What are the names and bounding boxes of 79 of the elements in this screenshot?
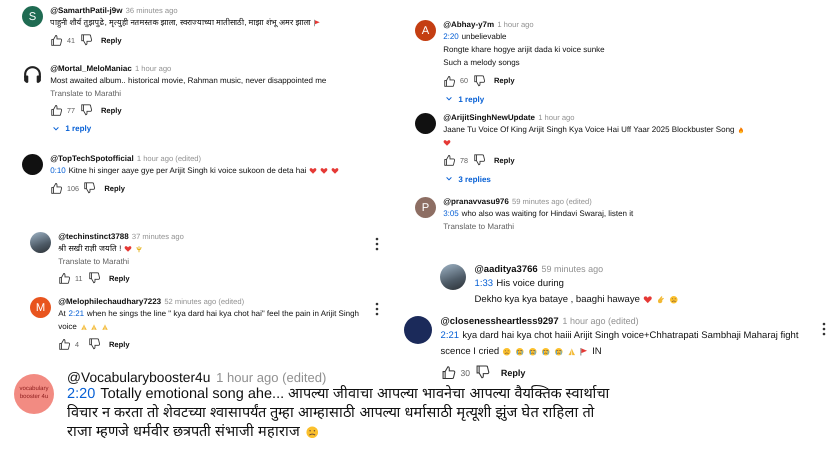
timestamp-link[interactable]: 2:21 xyxy=(68,308,84,320)
comment-text: who also was waiting for Hindavi Swaraj, listen it xyxy=(462,208,634,220)
comment-text: विचार न करता तो शेवटच्या श्वासापर्यंत तुम्हा आम्हासाठी आपल्या धर्मासाठी मृत्यूशी झुंज घेत राहिला तो xyxy=(67,403,594,423)
username[interactable]: @techinstinct3788 xyxy=(58,232,129,241)
timestamp-link[interactable]: 2:20 xyxy=(443,32,459,42)
username[interactable]: @pranavvasu976 xyxy=(443,197,509,206)
translate-link[interactable]: Translate to Marathi xyxy=(58,256,184,266)
thumbs-up-icon[interactable] xyxy=(58,338,71,352)
username[interactable]: @Vocabularybooster4u xyxy=(67,370,210,385)
thumbs-up-icon[interactable] xyxy=(50,182,63,195)
comment-text: IN xyxy=(592,346,602,358)
comment-text: unbelievable xyxy=(462,32,506,42)
thumbs-down-icon[interactable] xyxy=(472,154,486,168)
comment-text: Jaane Tu Voice Of King Arijit Singh Kya Voice Hai Uff Yaar 2025 Blockbuster Song xyxy=(443,124,734,136)
headphones-icon xyxy=(22,64,43,85)
thumbs-down-icon[interactable] xyxy=(475,365,491,381)
translate-link[interactable]: Translate to Marathi xyxy=(443,222,634,231)
comment-text: voice xyxy=(58,322,77,332)
thumbs-down-icon[interactable] xyxy=(82,182,96,195)
thumbs-down-icon[interactable] xyxy=(472,74,486,88)
translate-link[interactable]: Translate to Marathi xyxy=(50,88,326,98)
thumbs-down-icon[interactable] xyxy=(80,34,92,47)
comment-text: Rongte khare hogye arijit dada ki voice sunke xyxy=(443,44,605,56)
reply-button[interactable]: Reply xyxy=(495,368,531,378)
thumbs-up-icon[interactable] xyxy=(443,74,456,88)
comment-text: kya dard hai kya chot haiii Arijit Singh voice+Chhatrapati Sambhaji Maharaj fight xyxy=(462,330,798,343)
comment-text: श्री सखी राज्ञी जयति ! xyxy=(58,244,122,254)
thumbs-down-icon[interactable] xyxy=(88,338,100,352)
comment-time: 1 hour ago (edited) xyxy=(562,316,639,326)
username[interactable]: @aaditya3766 xyxy=(474,264,538,275)
username[interactable]: @Mortal_MeloManiac xyxy=(50,64,132,73)
chevron-down-icon xyxy=(52,124,60,133)
timestamp-link[interactable]: 2:21 xyxy=(440,330,460,343)
thumbs-up-icon[interactable] xyxy=(443,154,456,168)
more-options-icon[interactable] xyxy=(375,302,379,316)
username[interactable]: @ArijitSinghNewUpdate xyxy=(443,113,535,122)
comment-text: At xyxy=(58,308,66,320)
avatar xyxy=(404,316,432,344)
replies-toggle[interactable]: 3 replies xyxy=(443,172,492,186)
comment-time: 1 hour ago (edited) xyxy=(216,370,326,385)
comment-text: Totally emotional song ahe... आपल्या जीवाचा आपल्या भावनेचा आपल्या वैयक्तिक स्वार्थाचा xyxy=(100,385,610,404)
thumbs-down-icon[interactable] xyxy=(80,104,92,117)
timestamp-link[interactable]: 3:05 xyxy=(443,208,459,220)
username[interactable]: @Melophilechaudhary7223 xyxy=(58,297,162,306)
thumbs-up-icon[interactable] xyxy=(58,272,71,285)
comment-text: राजा म्हणजे धर्मवीर छत्रपती संभाजी महाराज xyxy=(67,422,300,442)
timestamp-link[interactable]: 0:10 xyxy=(50,166,66,176)
username[interactable]: @Abhay-y7m xyxy=(443,20,494,29)
replies-toggle[interactable]: 1 reply xyxy=(50,122,93,136)
username[interactable]: @TopTechSpotofficial xyxy=(50,154,134,163)
replies-toggle[interactable]: 1 reply xyxy=(443,92,486,106)
avatar: A xyxy=(415,20,436,41)
more-options-icon[interactable] xyxy=(375,236,379,251)
username[interactable]: @closenessheartless9297 xyxy=(440,316,559,327)
timestamp-link[interactable]: 1:33 xyxy=(474,278,494,291)
photo-placeholder xyxy=(30,232,51,253)
avatar: P xyxy=(415,197,436,218)
comment-text: Dekho kya kya bataye , baaghi hawaye xyxy=(474,294,640,306)
thumbs-down-icon[interactable] xyxy=(88,272,100,285)
avatar: M xyxy=(30,297,51,318)
comment-text: Most awaited album.. historical movie, Rahman music, never disappointed me xyxy=(50,76,326,86)
comment-text: Kitne hi singer aaye gye per Arijit Singh ki voice sukoon de deta hai xyxy=(68,166,306,176)
comment-text: Such a melody songs xyxy=(443,58,520,69)
comment-text: पाहुनी शौर्य तुझपुढे, मृत्युही नतमस्तक झाला, स्वराज्याच्या मातीसाठी, माझा शंभू अमर झाला xyxy=(50,18,310,28)
avatar xyxy=(22,154,43,175)
photo-placeholder xyxy=(440,264,466,290)
avatar: S xyxy=(22,6,43,27)
like-count: 30 xyxy=(460,368,471,378)
thumbs-up-icon[interactable] xyxy=(440,365,456,381)
comment-time: 59 minutes ago xyxy=(541,264,604,274)
username[interactable]: @SamarthPatil-j9w xyxy=(50,6,122,15)
thumbs-up-icon[interactable] xyxy=(50,104,63,117)
comment-text: His voice during xyxy=(496,278,564,291)
avatar xyxy=(415,113,436,134)
timestamp-link[interactable]: 2:20 xyxy=(67,384,96,405)
more-options-icon[interactable] xyxy=(822,322,826,336)
comment-text: scence I cried xyxy=(440,346,500,358)
comment-text: when he sings the line " kya dard hai kya chot hai" feel the pain in Arijit Singh xyxy=(86,308,359,320)
thumbs-up-icon[interactable] xyxy=(50,34,63,47)
